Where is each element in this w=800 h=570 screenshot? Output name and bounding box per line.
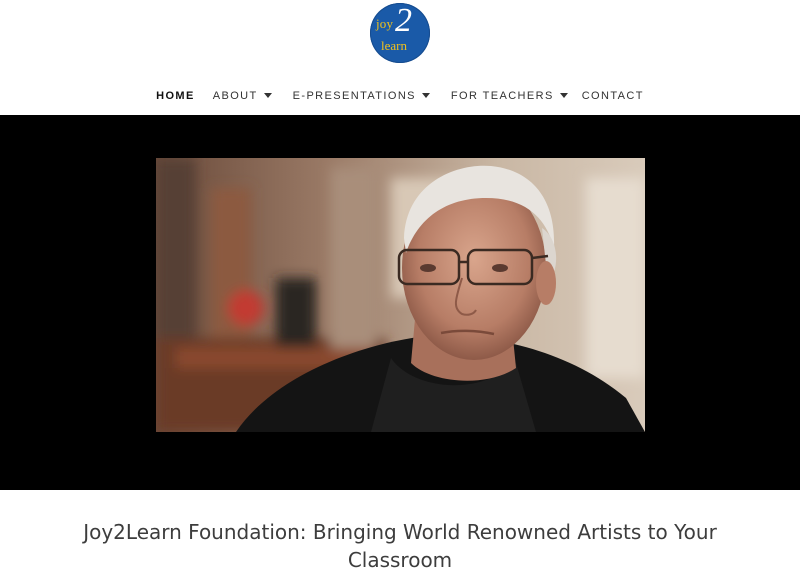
- page-title: Joy2Learn Foundation: Bringing World Ren…: [83, 520, 717, 570]
- page: joy 2 learn HOME ABOUT E-PRESENTATIONS F…: [0, 0, 800, 570]
- logo-two-text: 2: [395, 2, 412, 39]
- nav-item-home[interactable]: HOME: [156, 90, 195, 102]
- site-header: joy 2 learn HOME ABOUT E-PRESENTATIONS F…: [0, 0, 800, 115]
- nav-item-label: HOME: [156, 90, 195, 102]
- caret-down-icon: [559, 92, 568, 98]
- logo-joy-text: joy: [376, 16, 394, 31]
- nav-item-label: FOR TEACHERS: [450, 90, 554, 102]
- video-player[interactable]: [156, 158, 645, 432]
- caret-down-icon: [263, 92, 272, 98]
- video-play-area[interactable]: [156, 158, 645, 432]
- nav-item-label: ABOUT: [212, 90, 258, 102]
- nav-item-contact[interactable]: CONTACT: [582, 90, 644, 102]
- nav-item-for-teachers[interactable]: FOR TEACHERS: [451, 90, 568, 102]
- video-section: [0, 115, 800, 490]
- nav-item-e-presentations[interactable]: E-PRESENTATIONS: [293, 90, 430, 102]
- nav-item-label: E-PRESENTATIONS: [292, 90, 416, 102]
- nav-item-about[interactable]: ABOUT: [213, 90, 272, 102]
- joy2learn-logo[interactable]: joy 2 learn: [370, 3, 430, 63]
- main-nav: HOME ABOUT E-PRESENTATIONS FOR TEACHERS …: [0, 86, 800, 106]
- logo-learn-text: learn: [381, 38, 407, 53]
- nav-item-label: CONTACT: [581, 90, 644, 102]
- caret-down-icon: [421, 92, 430, 98]
